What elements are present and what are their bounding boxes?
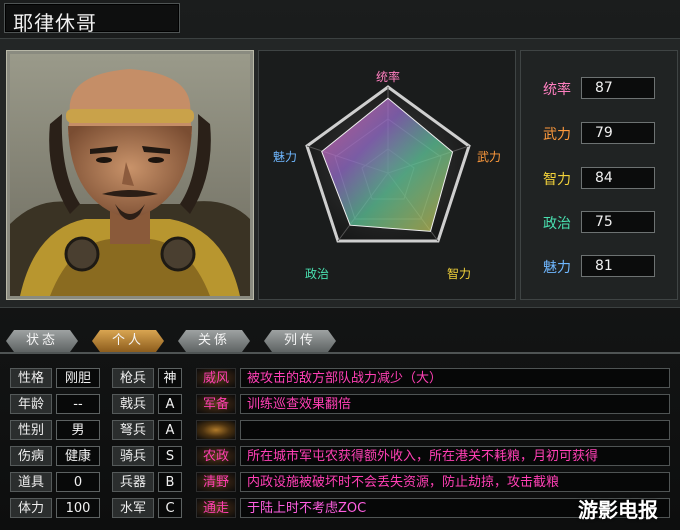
- stat-label-zhili: 智力: [543, 172, 571, 188]
- radar-label-wuli: 武力: [477, 150, 501, 164]
- character-name: 耶律休哥: [13, 11, 97, 35]
- troop-label-crossbow: 弩兵: [112, 420, 154, 440]
- skill-icon-junbei[interactable]: 军备: [196, 394, 236, 414]
- troop-label-halberd: 戟兵: [112, 394, 154, 414]
- skill-icon-nongzheng[interactable]: 农政: [196, 446, 236, 466]
- stat-value-meili: 81: [581, 255, 655, 277]
- info-label-age: 年龄: [10, 394, 52, 414]
- radar-label-zhili: 智力: [447, 266, 471, 281]
- stat-radar-chart: 统率 武力 智力 政治 魅力: [273, 69, 501, 281]
- stat-value-zhengzhi: 75: [581, 211, 655, 233]
- troop-label-siege: 兵器: [112, 472, 154, 492]
- name-box: 耶律休哥: [4, 3, 180, 35]
- troop-rank-siege: B: [158, 472, 182, 492]
- info-value-items: 0: [56, 472, 100, 492]
- radar-label-meili: 魅力: [273, 149, 297, 164]
- stat-value-tongshuai: 87: [581, 77, 655, 99]
- info-label-items: 道具: [10, 472, 52, 492]
- skill-desc-junbei: 训练巡查效果翻倍: [240, 394, 670, 414]
- troop-rank-spear: 神: [158, 368, 182, 388]
- stat-value-wuli: 79: [581, 122, 655, 144]
- stat-radar-panel: 统率 武力 智力 政治 魅力: [258, 50, 516, 300]
- troop-rank-navy: C: [158, 498, 182, 518]
- skill-desc-weifeng: 被攻击的敌方部队战力减少（大）: [240, 368, 670, 388]
- skill-desc-empty: [240, 420, 670, 440]
- watermark: 游影电报: [578, 498, 658, 522]
- info-label-injury: 伤病: [10, 446, 52, 466]
- troop-label-spear: 枪兵: [112, 368, 154, 388]
- skill-desc-nongzheng: 所在城市军屯农获得额外收入，所在港关不耗粮，月初可获得: [240, 446, 670, 466]
- troop-label-navy: 水军: [112, 498, 154, 518]
- radar-label-tongshuai: 统率: [376, 69, 400, 84]
- radar-label-zhengzhi: 政治: [305, 267, 329, 281]
- tab-status[interactable]: 状态: [6, 330, 78, 352]
- skill-icon-empty[interactable]: [196, 420, 236, 440]
- tab-relations[interactable]: 关係: [178, 330, 250, 352]
- info-label-stamina: 体力: [10, 498, 52, 518]
- character-screen: 耶律休哥 统率 武力 智力 政治 魅力 统率 87 武力 79 智力 84 政治…: [0, 0, 680, 530]
- stat-values-panel: 统率 87 武力 79 智力 84 政治 75 魅力 81: [520, 50, 678, 300]
- troop-rank-cavalry: S: [158, 446, 182, 466]
- info-value-age: --: [56, 394, 100, 414]
- character-portrait: [10, 54, 250, 296]
- skill-icon-tongzou[interactable]: 通走: [196, 498, 236, 518]
- skill-icon-weifeng[interactable]: 威风: [196, 368, 236, 388]
- tab-bar: 状态 个人 关係 列传: [0, 322, 680, 362]
- tab-biography[interactable]: 列传: [264, 330, 336, 352]
- tab-personal[interactable]: 个人: [92, 330, 164, 352]
- info-value-gender: 男: [56, 420, 100, 440]
- portrait-frame: [6, 50, 254, 300]
- stat-label-meili: 魅力: [543, 260, 571, 276]
- info-value-stamina: 100: [56, 498, 100, 518]
- personal-info-panel: 性格 刚胆 枪兵 神 年龄 -- 戟兵 A 性别 男 弩兵 A 伤病 健康 骑兵…: [4, 364, 676, 526]
- info-label-personality: 性格: [10, 368, 52, 388]
- troop-label-cavalry: 骑兵: [112, 446, 154, 466]
- stat-value-zhili: 84: [581, 167, 655, 189]
- skill-desc-qingye: 内政设施被破坏时不会丢失资源，防止劫掠，攻击截粮: [240, 472, 670, 492]
- stat-label-wuli: 武力: [543, 127, 571, 143]
- info-value-injury: 健康: [56, 446, 100, 466]
- stat-label-zhengzhi: 政治: [543, 216, 571, 232]
- info-label-gender: 性别: [10, 420, 52, 440]
- skill-icon-qingye[interactable]: 清野: [196, 472, 236, 492]
- stat-label-tongshuai: 统率: [543, 82, 571, 98]
- tab-divider: [0, 352, 680, 354]
- info-value-personality: 刚胆: [56, 368, 100, 388]
- troop-rank-crossbow: A: [158, 420, 182, 440]
- troop-rank-halberd: A: [158, 394, 182, 414]
